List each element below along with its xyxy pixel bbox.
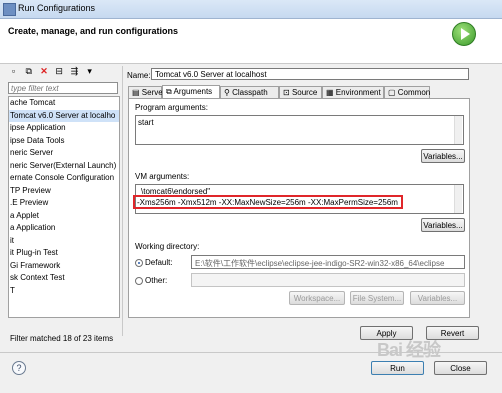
list-item[interactable]: it Plug-in Test xyxy=(9,247,119,260)
default-dir-field: E:\软件\工作软件\eclipse\eclipse-jee-indigo-SR… xyxy=(191,255,465,269)
filter-icon[interactable]: ⇶ xyxy=(69,66,80,77)
duplicate-icon[interactable]: ⧉ xyxy=(23,66,34,77)
list-item[interactable]: ache Tomcat xyxy=(9,97,119,110)
tab-source[interactable]: ⊡ Source xyxy=(279,86,322,98)
list-item[interactable]: Tomcat v6.0 Server at localho xyxy=(9,109,119,122)
list-item[interactable]: TP Preview xyxy=(9,185,119,198)
filter-input[interactable] xyxy=(8,82,118,94)
other-dir-field[interactable] xyxy=(191,273,465,287)
vm-args-scrollbar[interactable] xyxy=(454,185,462,213)
chevron-down-icon[interactable]: ▾ xyxy=(84,66,95,77)
arguments-panel: Program arguments: start Variables... VM… xyxy=(128,98,470,318)
config-tree[interactable]: ache Tomcat Tomcat v6.0 Server at localh… xyxy=(8,96,120,318)
other-label: Other: xyxy=(145,276,168,285)
collapse-all-icon[interactable]: ⊟ xyxy=(54,66,65,77)
list-item[interactable]: sk Context Test xyxy=(9,272,119,285)
default-label: Default: xyxy=(145,258,173,267)
sash[interactable] xyxy=(122,66,123,336)
tab-classpath[interactable]: ⚲ Classpath xyxy=(220,86,279,98)
header-title: Create, manage, and run configurations xyxy=(8,26,179,36)
run-banner-icon xyxy=(452,22,476,46)
program-args-value: start xyxy=(138,118,154,127)
list-item[interactable]: ipse Data Tools xyxy=(9,135,119,148)
window-title: Run Configurations xyxy=(18,3,96,13)
tab-label: Environment xyxy=(335,88,381,97)
program-args-textarea[interactable]: start xyxy=(135,115,464,145)
program-args-label: Program arguments: xyxy=(135,103,208,112)
list-item[interactable]: T xyxy=(9,285,119,298)
list-item[interactable]: it xyxy=(9,235,119,248)
tab-server[interactable]: ▤ Server xyxy=(128,86,165,98)
help-icon[interactable]: ? xyxy=(12,361,26,375)
program-args-scrollbar[interactable] xyxy=(454,116,462,144)
list-item[interactable]: a Application xyxy=(9,222,119,235)
list-item[interactable]: neric Server xyxy=(9,147,119,160)
sidebar-toolbar: ▫ ⧉ ✕ ⊟ ⇶ ▾ xyxy=(8,66,120,80)
app-icon xyxy=(3,3,16,16)
variables-button[interactable]: Variables... xyxy=(421,218,465,232)
name-field[interactable]: Tomcat v6.0 Server at localhost xyxy=(151,68,469,80)
run-button[interactable]: Run xyxy=(371,361,424,375)
tab-environment[interactable]: ▦ Environment xyxy=(322,86,384,98)
window-titlebar: Run Configurations xyxy=(0,0,502,19)
tab-label: Common xyxy=(397,88,431,97)
delete-icon[interactable]: ✕ xyxy=(38,66,49,77)
new-config-icon[interactable]: ▫ xyxy=(8,66,19,77)
list-item[interactable]: a Applet xyxy=(9,210,119,223)
tab-label: Arguments xyxy=(173,87,213,96)
tab-common[interactable]: ▢ Common xyxy=(384,86,430,98)
tab-label: Classpath xyxy=(232,88,268,97)
vm-args-label: VM arguments: xyxy=(135,172,190,181)
filter-status: Filter matched 18 of 23 items xyxy=(10,334,114,343)
file-system-button[interactable]: File System... xyxy=(350,291,404,305)
list-item[interactable]: Gi Framework xyxy=(9,260,119,273)
list-item[interactable]: ipse Application xyxy=(9,122,119,135)
list-item[interactable]: ernate Console Configuration xyxy=(9,172,119,185)
tab-arguments[interactable]: ⧉ Arguments xyxy=(162,85,220,99)
tab-label: Source xyxy=(291,88,318,97)
other-radio[interactable] xyxy=(135,277,143,285)
close-button[interactable]: Close xyxy=(434,361,487,375)
variables-button[interactable]: Variables... xyxy=(421,149,465,163)
vm-args-line: -Xms256m -Xmx512m -XX:MaxNewSize=256m -X… xyxy=(137,198,398,207)
workspace-button[interactable]: Workspace... xyxy=(289,291,345,305)
default-radio[interactable] xyxy=(135,259,143,267)
list-item[interactable]: .E Preview xyxy=(9,197,119,210)
working-dir-label: Working directory: xyxy=(135,242,200,251)
name-label: Name: xyxy=(127,71,151,80)
variables-button[interactable]: Variables... xyxy=(410,291,465,305)
watermark: Bai 经验 xyxy=(377,340,441,360)
dialog-header: Create, manage, and run configurations xyxy=(0,19,502,64)
list-item[interactable]: neric Server(External Launch) xyxy=(9,160,119,173)
